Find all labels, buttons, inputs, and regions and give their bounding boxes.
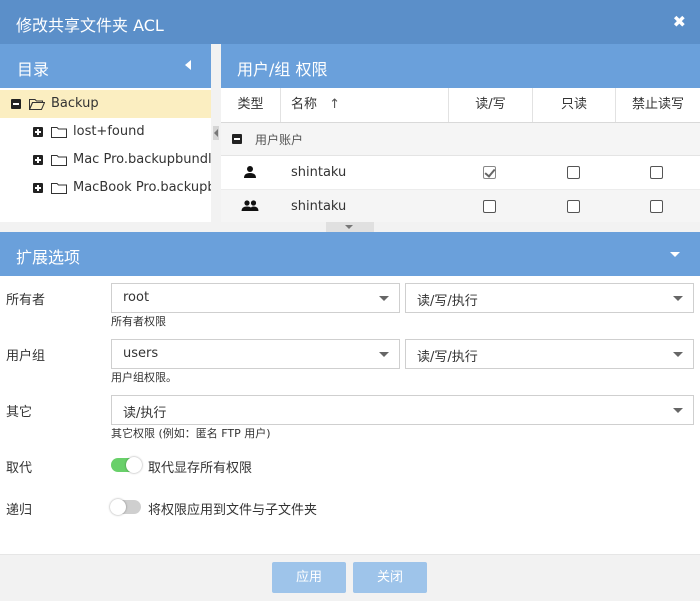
deny-checkbox[interactable] — [650, 200, 663, 213]
permissions-panel: 用户/组 权限 类型 名称 ↑ 读/写 只读 禁止读写 用户账户 shintak… — [221, 44, 700, 222]
chevron-down-icon[interactable] — [670, 252, 680, 257]
extended-options-header[interactable]: 扩展选项 — [0, 232, 700, 276]
dialog-titlebar: 修改共享文件夹 ACL ✖ — [0, 0, 700, 44]
tree-item-backup[interactable]: Backup — [0, 90, 211, 118]
group-label: 用户组 — [6, 349, 46, 364]
dropdown-arrow-icon — [673, 352, 683, 357]
collapse-group-icon[interactable] — [232, 134, 242, 144]
apply-button[interactable]: 应用 — [272, 562, 346, 593]
read-only-checkbox[interactable] — [567, 166, 580, 179]
permissions-panel-header: 用户/组 权限 — [221, 44, 700, 88]
collapse-left-icon[interactable] — [185, 60, 191, 70]
extended-options-title: 扩展选项 — [16, 248, 81, 267]
folder-icon — [51, 155, 67, 166]
dropdown-arrow-icon — [673, 408, 683, 413]
close-icon[interactable]: ✖ — [673, 12, 686, 31]
tree-item-macbook-pro[interactable]: MacBook Pro.backupbundle — [0, 174, 211, 202]
group-row-user-accounts[interactable]: 用户账户 — [221, 123, 700, 156]
splitter-collapse-icon[interactable] — [213, 126, 219, 140]
tree-item-lost-found[interactable]: lost+found — [0, 118, 211, 146]
owner-permission-select[interactable]: 读/写/执行 — [405, 283, 694, 313]
dialog-footer: 应用 关闭 — [0, 554, 700, 601]
dialog-title: 修改共享文件夹 ACL — [16, 16, 164, 35]
group-icon — [241, 200, 259, 211]
folder-open-icon — [29, 99, 45, 110]
tree-item-label: Backup — [51, 96, 99, 111]
group-select-value: users — [123, 346, 159, 361]
row-name: shintaku — [291, 165, 347, 180]
dropdown-arrow-icon — [379, 352, 389, 357]
group-label: 用户账户 — [255, 133, 304, 147]
replace-toggle-text: 取代显存所有权限 — [148, 461, 253, 476]
grid-header: 类型 名称 ↑ 读/写 只读 禁止读写 — [221, 88, 700, 123]
expand-node-icon[interactable] — [33, 155, 43, 165]
close-button[interactable]: 关闭 — [353, 562, 427, 593]
tree-item-label: Mac Pro.backupbundle — [73, 152, 211, 167]
permissions-panel-title: 用户/组 权限 — [237, 60, 328, 79]
dropdown-arrow-icon — [673, 296, 683, 301]
other-label: 其它 — [6, 405, 33, 420]
recursive-toggle-text: 将权限应用到文件与子文件夹 — [148, 503, 318, 518]
horizontal-splitter[interactable] — [0, 222, 700, 232]
column-header-deny[interactable]: 禁止读写 — [616, 88, 700, 122]
other-permission-select[interactable]: 读/执行 — [111, 395, 694, 425]
column-header-read-only[interactable]: 只读 — [533, 88, 616, 122]
tree-item-label: lost+found — [73, 124, 145, 139]
expand-node-icon[interactable] — [33, 127, 43, 137]
group-select[interactable]: users — [111, 339, 400, 369]
other-permission-value: 读/执行 — [123, 406, 167, 421]
other-hint: 其它权限 (例如：匿名 FTP 用户) — [111, 427, 271, 440]
table-row[interactable]: shintaku — [221, 190, 700, 222]
tree-item-label: MacBook Pro.backupbundle — [73, 180, 211, 195]
read-write-checkbox[interactable] — [483, 200, 496, 213]
owner-hint: 所有者权限 — [111, 315, 166, 328]
row-name: shintaku — [291, 199, 347, 214]
expand-node-icon[interactable] — [33, 183, 43, 193]
recursive-label: 递归 — [6, 503, 33, 518]
directory-panel-header: 目录 — [0, 44, 211, 88]
read-write-checkbox[interactable] — [483, 166, 496, 179]
replace-toggle[interactable] — [111, 457, 142, 473]
splitter-expand-icon[interactable] — [326, 222, 374, 232]
replace-label: 取代 — [6, 461, 33, 476]
group-hint: 用户组权限。 — [111, 371, 177, 384]
toggle-knob — [110, 499, 126, 515]
column-header-type[interactable]: 类型 — [221, 88, 281, 122]
owner-select-value: root — [123, 290, 150, 305]
owner-permission-value: 读/写/执行 — [417, 294, 478, 309]
toggle-knob — [126, 457, 142, 473]
deny-checkbox[interactable] — [650, 166, 663, 179]
collapse-node-icon[interactable] — [11, 99, 21, 109]
owner-select[interactable]: root — [111, 283, 400, 313]
group-permission-select[interactable]: 读/写/执行 — [405, 339, 694, 369]
table-row[interactable]: shintaku — [221, 156, 700, 190]
folder-icon — [51, 127, 67, 138]
dropdown-arrow-icon — [379, 296, 389, 301]
read-only-checkbox[interactable] — [567, 200, 580, 213]
column-header-name[interactable]: 名称 ↑ — [281, 88, 449, 122]
directory-panel-title: 目录 — [17, 60, 50, 79]
owner-label: 所有者 — [6, 293, 46, 308]
sort-ascending-icon: ↑ — [329, 97, 341, 112]
column-header-read-write[interactable]: 读/写 — [449, 88, 533, 122]
recursive-toggle[interactable] — [110, 499, 141, 515]
directory-panel: 目录 Backup lost+found Mac Pro.backupbundl… — [0, 44, 211, 222]
vertical-splitter[interactable] — [211, 44, 221, 222]
tree-item-mac-pro[interactable]: Mac Pro.backupbundle — [0, 146, 211, 174]
user-icon — [244, 166, 256, 178]
folder-icon — [51, 183, 67, 194]
group-permission-value: 读/写/执行 — [417, 350, 478, 365]
